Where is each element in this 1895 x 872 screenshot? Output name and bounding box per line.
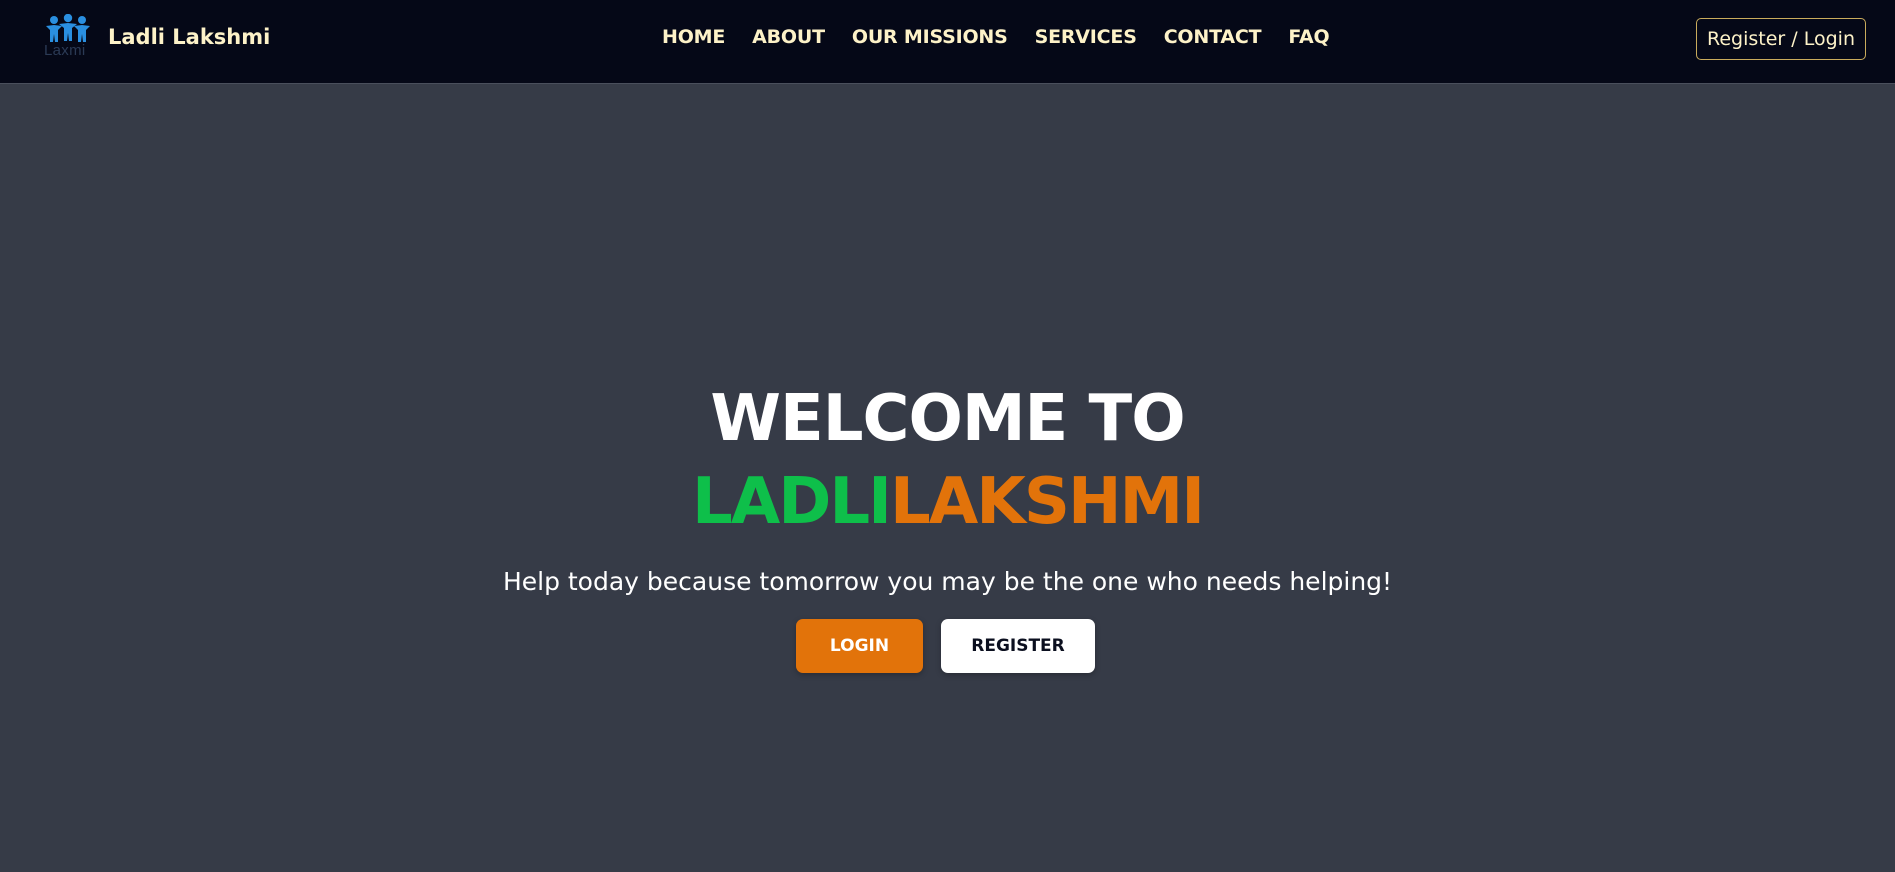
brand-name[interactable]: Ladli Lakshmi (108, 25, 270, 49)
hero-tagline: Help today because tomorrow you may be t… (502, 567, 1393, 596)
people-group-icon (46, 14, 90, 42)
nav-services-link[interactable]: SERVICES (1035, 26, 1137, 48)
hero-title: WELCOME TO (710, 382, 1185, 456)
nav-contact-link[interactable]: CONTACT (1164, 26, 1262, 48)
register-login-button[interactable]: Register / Login (1696, 18, 1866, 60)
nav-home-link[interactable]: HOME (662, 26, 725, 48)
logo-text: Laxmi (44, 42, 86, 59)
hero-name-lakshmi: LAKSHMI (889, 465, 1205, 539)
hero-buttons: LOGIN REGISTER (0, 619, 1895, 673)
nav-our-missions-link[interactable]: OUR MISSIONS (852, 26, 1008, 48)
hero-name-ladli: LADLI (691, 465, 892, 539)
nav-about-link[interactable]: ABOUT (752, 26, 825, 48)
nav-links: HOME ABOUT OUR MISSIONS SERVICES CONTACT… (662, 26, 1356, 48)
nav-faq-link[interactable]: FAQ (1288, 26, 1329, 48)
hero-section: WELCOME TO LADLILAKSHMI Help today becau… (0, 85, 1895, 872)
login-button[interactable]: LOGIN (796, 619, 923, 673)
logo[interactable]: Laxmi (42, 12, 94, 62)
brand[interactable]: Laxmi Ladli Lakshmi (42, 12, 270, 62)
navbar: Laxmi Ladli Lakshmi HOME ABOUT OUR MISSI… (0, 0, 1895, 84)
hero-brand-name: LADLILAKSHMI (0, 470, 1895, 534)
register-button[interactable]: REGISTER (941, 619, 1095, 673)
